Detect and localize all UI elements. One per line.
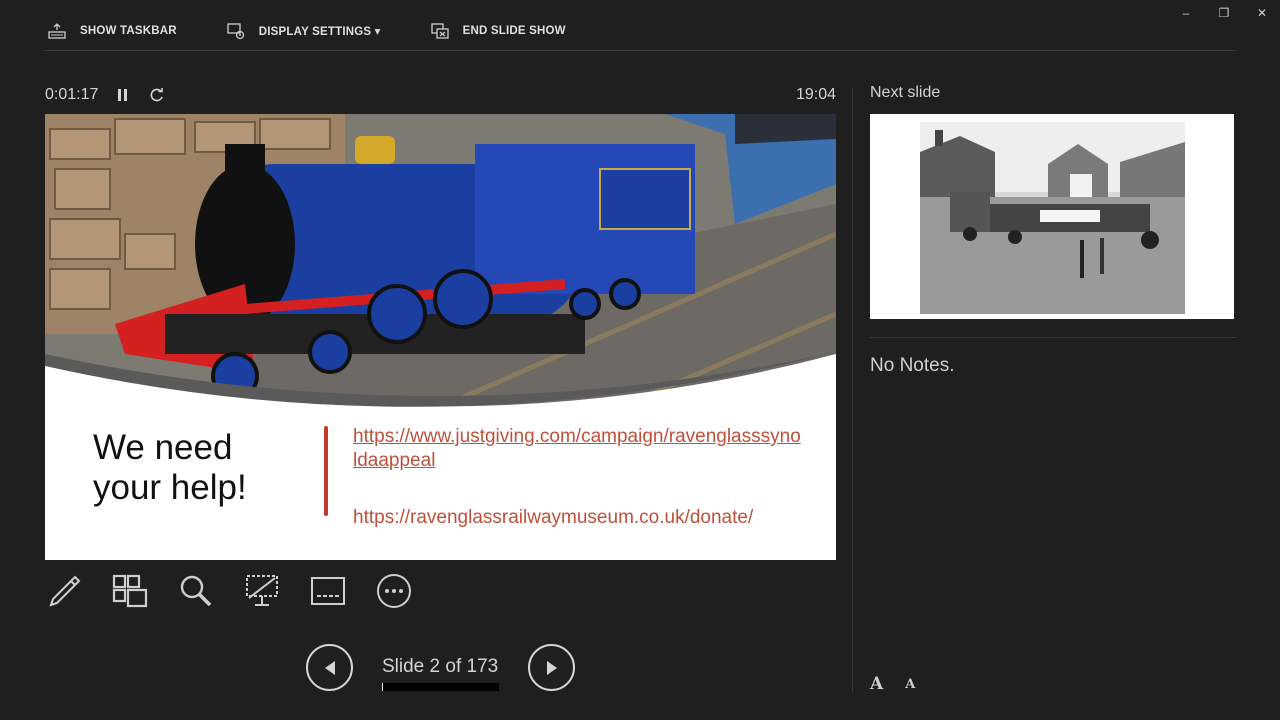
more-options-icon [377,574,411,608]
pen-tool-button[interactable] [45,572,83,610]
zoom-button[interactable] [177,572,215,610]
slide-navigation: Slide 2 of 173 [306,644,576,692]
more-options-button[interactable] [375,572,413,610]
slide-tools [45,572,413,610]
pause-icon [118,89,128,101]
black-screen-button[interactable] [243,572,281,610]
restore-button[interactable]: ❐ [1214,4,1234,22]
display-settings-label: DISPLAY SETTINGS ▾ [258,26,381,38]
see-all-slides-icon [112,574,148,608]
panel-divider [852,88,853,692]
zoom-icon [180,575,212,607]
increase-font-button[interactable]: A [870,674,883,694]
show-taskbar-label: SHOW TASKBAR [80,25,177,37]
window-controls: – ❐ ✕ [1176,4,1272,22]
next-slide-button[interactable] [528,644,575,691]
slide-progress-bar [382,683,499,691]
timer-row: 0:01:17 19:04 [45,84,836,106]
museum-donate-link[interactable]: https://ravenglassrailwaymuseum.co.uk/do… [353,506,803,530]
minimize-button[interactable]: – [1176,4,1196,22]
subtitles-icon [311,577,345,605]
previous-slide-button[interactable] [306,644,353,691]
current-time: 19:04 [795,86,836,103]
see-all-slides-button[interactable] [111,572,149,610]
display-settings-icon [227,23,244,40]
notes-divider [870,337,1236,338]
elapsed-timer: 0:01:17 [45,86,99,103]
taskbar-icon [48,23,66,39]
end-slide-show-label: END SLIDE SHOW [462,25,566,37]
next-slide-preview[interactable] [870,114,1234,319]
decrease-font-button[interactable]: A [905,677,915,694]
end-slide-show-button[interactable]: END SLIDE SHOW [429,20,566,42]
end-show-icon [430,23,449,39]
toolbar-divider [44,50,1236,51]
notes-font-controls: A A [870,674,915,694]
station-photo [920,122,1185,314]
black-screen-icon [246,575,278,606]
presenter-toolbar: SHOW TASKBAR DISPLAY SETTINGS ▾ END SLID… [46,18,614,44]
next-arrow-icon [546,660,557,675]
pause-timer-button[interactable] [114,86,132,104]
speaker-notes: No Notes. [870,355,955,376]
previous-arrow-icon [324,660,335,675]
display-settings-button[interactable]: DISPLAY SETTINGS ▾ [225,20,381,42]
restart-icon [151,88,164,102]
restart-timer-button[interactable] [148,86,166,104]
justgiving-link[interactable]: https://www.justgiving.com/campaign/rave… [353,425,803,473]
accent-divider [324,426,328,516]
pen-icon [49,575,81,607]
slide-progress-fill [382,683,384,691]
steam-locomotive-photo [45,114,836,414]
subtitles-button[interactable] [309,572,347,610]
slide-counter[interactable]: Slide 2 of 173 [382,656,498,678]
current-slide[interactable]: We need your help! https://www.justgivin… [45,114,836,560]
slide-headline: We need your help! [93,428,313,508]
headline-line-1: We need [93,428,233,467]
next-slide-label: Next slide [870,84,941,101]
headline-line-2: your help! [93,468,247,507]
close-button[interactable]: ✕ [1252,4,1272,22]
show-taskbar-button[interactable]: SHOW TASKBAR [46,20,177,42]
